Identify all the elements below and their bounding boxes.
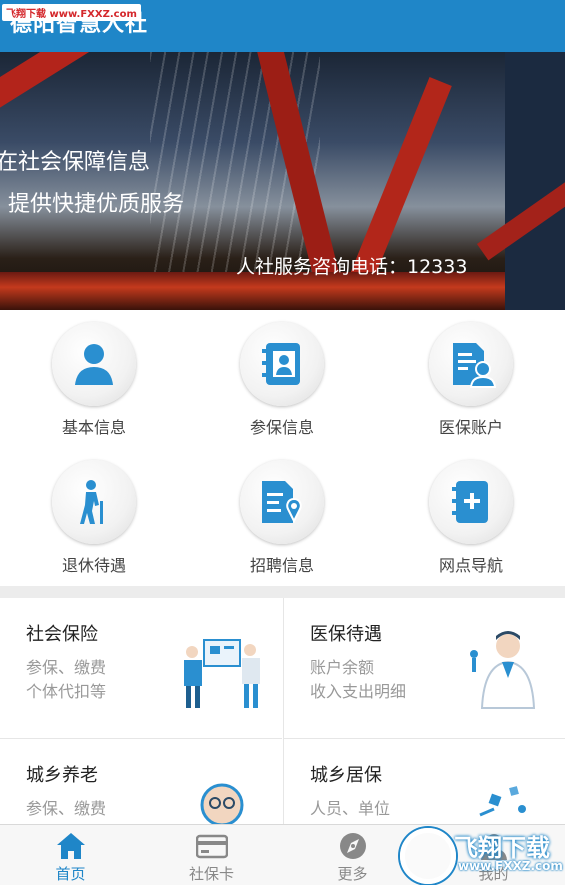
card-title: 城乡养老 [26, 765, 98, 786]
watermark-logo-mark [400, 828, 456, 884]
function-grid: 基本信息 参保信息 医保账户 退休待遇 招聘信息 网点导航 [0, 310, 565, 586]
grid-item-recruitment[interactable]: 招聘信息 [188, 448, 376, 586]
card-medical-benefits[interactable]: 医保待遇 账户余额 收入支出明细 [283, 598, 565, 739]
watermark-logo: 飞翔下载 www.FXXZ.com [398, 826, 563, 884]
banner-line-2: 提供快捷优质服务 [8, 192, 185, 217]
grid-item-basic-info[interactable]: 基本信息 [0, 310, 188, 448]
card-subtitle: 账户余额 [310, 658, 375, 677]
section-divider [0, 586, 565, 598]
notebook-plus-icon [452, 481, 488, 523]
card-subtitle: 参保、缴费 [26, 799, 107, 818]
banner-hotline: 人社服务咨询电话：12333 [236, 256, 468, 278]
grid-item-medical-account[interactable]: 医保账户 [377, 310, 565, 448]
elder-cane-icon [80, 480, 103, 524]
watermark-brand: 飞翔下载 [454, 834, 550, 862]
grid-item-retirement[interactable]: 退休待遇 [0, 448, 188, 586]
card-title: 医保待遇 [310, 624, 382, 645]
grid-icon-circle [52, 322, 136, 406]
compass-icon [339, 833, 366, 859]
grid-icon-circle [429, 322, 513, 406]
grid-item-label: 招聘信息 [249, 556, 314, 575]
home-icon [56, 833, 85, 859]
people-document-illustration [184, 639, 260, 708]
grid-item-insurance-info[interactable]: 参保信息 [188, 310, 376, 448]
card-icon [195, 834, 228, 859]
grid-icon-circle [240, 460, 324, 544]
app-header: 德阳智慧人社 飞翔下载 www.FXXZ.com [0, 0, 565, 52]
grid-item-outlet-navigation[interactable]: 网点导航 [377, 448, 565, 586]
card-subtitle: 个体代扣等 [26, 682, 107, 701]
card-subtitle: 参保、缴费 [26, 658, 107, 677]
grid-item-label: 退休待遇 [61, 556, 126, 575]
grid-icon-circle [240, 322, 324, 406]
doctor-illustration [470, 631, 536, 709]
medical-account-icon [453, 343, 496, 388]
watermark-text: 飞翔下载 www.FXXZ.com [2, 4, 141, 21]
contact-book-icon [262, 343, 300, 385]
grid-item-label: 网点导航 [438, 556, 503, 575]
card-title: 城乡居保 [310, 765, 382, 786]
tab-social-card[interactable]: 社保卡 [141, 825, 282, 885]
grid-icon-circle [429, 460, 513, 544]
hero-banner[interactable]: 在社会保障信息 提供快捷优质服务 人社服务咨询电话：12333 [0, 52, 565, 310]
watermark-url: www.FXXZ.com [458, 859, 563, 873]
tab-label: 社保卡 [188, 865, 234, 883]
card-subtitle: 人员、单位 [310, 799, 391, 818]
card-social-insurance[interactable]: 社会保险 参保、缴费 个体代扣等 [0, 598, 282, 739]
next-slide-peek [505, 52, 565, 310]
tab-home[interactable]: 首页 [0, 825, 141, 885]
service-cards: 社会保险 参保、缴费 个体代扣等 医保待遇 账户余额 收入支出明细 城乡养老 参… [0, 598, 565, 880]
grid-icon-circle [52, 460, 136, 544]
tab-label: 首页 [55, 865, 86, 883]
banner-line-1: 在社会保障信息 [0, 150, 151, 175]
person-icon [75, 344, 113, 385]
grid-item-label: 基本信息 [61, 418, 126, 437]
grid-item-label: 医保账户 [438, 418, 503, 437]
document-location-icon [262, 481, 302, 524]
card-title: 社会保险 [26, 624, 98, 645]
grid-item-label: 参保信息 [249, 418, 314, 437]
card-subtitle: 收入支出明细 [310, 682, 407, 701]
